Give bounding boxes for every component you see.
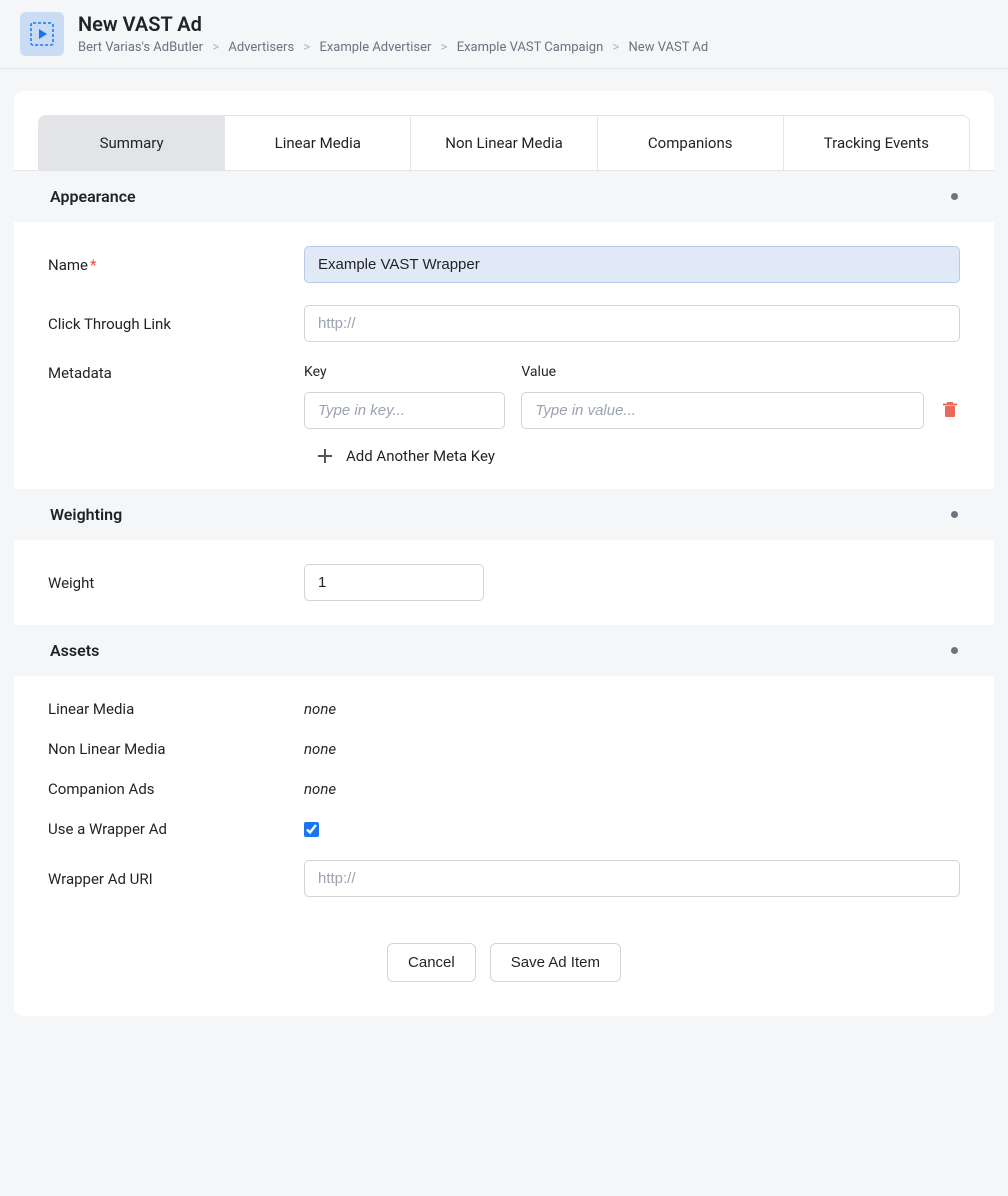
non-linear-media-value: none <box>304 740 336 758</box>
breadcrumb-current: New VAST Ad <box>629 40 709 55</box>
metadata-delete-button[interactable] <box>940 402 960 418</box>
plus-icon <box>316 447 334 465</box>
weighting-title: Weighting <box>50 505 122 524</box>
linear-media-value: none <box>304 700 336 718</box>
tab-linear-media[interactable]: Linear Media <box>225 115 411 170</box>
name-label: Name* <box>48 256 304 274</box>
collapse-indicator-icon <box>951 647 958 654</box>
appearance-section-body: Name* Click Through Link Metadata Key <box>14 222 994 489</box>
metadata-label: Metadata <box>48 364 304 382</box>
click-through-input[interactable] <box>304 305 960 342</box>
assets-section-header[interactable]: Assets <box>14 625 994 676</box>
add-meta-button[interactable]: Add Another Meta Key <box>304 447 960 465</box>
breadcrumb: Bert Varias's AdButler > Advertisers > E… <box>78 40 708 55</box>
click-through-label: Click Through Link <box>48 315 304 333</box>
page-title: New VAST Ad <box>78 12 708 36</box>
tab-non-linear-media[interactable]: Non Linear Media <box>411 115 597 170</box>
breadcrumb-link[interactable]: Advertisers <box>228 40 294 55</box>
appearance-title: Appearance <box>50 187 136 206</box>
vast-ad-icon <box>20 12 64 56</box>
weighting-section-body: Weight <box>14 540 994 625</box>
breadcrumb-sep: > <box>612 40 619 55</box>
breadcrumb-sep: > <box>212 40 219 55</box>
linear-media-label: Linear Media <box>48 700 304 718</box>
save-ad-item-button[interactable]: Save Ad Item <box>490 943 621 982</box>
metadata-key-label: Key <box>304 364 505 380</box>
tab-tracking-events[interactable]: Tracking Events <box>784 115 970 170</box>
wrapper-uri-input[interactable] <box>304 860 960 897</box>
page-header: New VAST Ad Bert Varias's AdButler > Adv… <box>0 0 1008 69</box>
weight-label: Weight <box>48 574 304 592</box>
wrapper-uri-label: Wrapper Ad URI <box>48 870 304 888</box>
assets-section-body: Linear Media none Non Linear Media none … <box>14 676 994 1016</box>
metadata-value-input[interactable] <box>521 392 924 429</box>
add-meta-label: Add Another Meta Key <box>346 447 495 465</box>
name-input[interactable] <box>304 246 960 283</box>
tabs-container: Summary Linear Media Non Linear Media Co… <box>14 91 994 171</box>
collapse-indicator-icon <box>951 511 958 518</box>
companion-ads-label: Companion Ads <box>48 780 304 798</box>
weighting-section-header[interactable]: Weighting <box>14 489 994 540</box>
metadata-value-label: Value <box>521 364 924 380</box>
weight-input[interactable] <box>304 564 484 601</box>
tab-companions[interactable]: Companions <box>598 115 784 170</box>
companion-ads-value: none <box>304 780 336 798</box>
breadcrumb-link[interactable]: Example VAST Campaign <box>457 40 604 55</box>
assets-title: Assets <box>50 641 99 660</box>
trash-icon <box>943 402 957 418</box>
breadcrumb-sep: > <box>303 40 310 55</box>
wrapper-ad-checkbox[interactable] <box>304 822 319 837</box>
appearance-section-header[interactable]: Appearance <box>14 171 994 222</box>
wrapper-ad-label: Use a Wrapper Ad <box>48 820 304 838</box>
metadata-key-input[interactable] <box>304 392 505 429</box>
breadcrumb-link[interactable]: Bert Varias's AdButler <box>78 40 203 55</box>
collapse-indicator-icon <box>951 193 958 200</box>
non-linear-media-label: Non Linear Media <box>48 740 304 758</box>
cancel-button[interactable]: Cancel <box>387 943 476 982</box>
breadcrumb-sep: > <box>441 40 448 55</box>
tab-summary[interactable]: Summary <box>38 115 225 170</box>
breadcrumb-link[interactable]: Example Advertiser <box>319 40 431 55</box>
